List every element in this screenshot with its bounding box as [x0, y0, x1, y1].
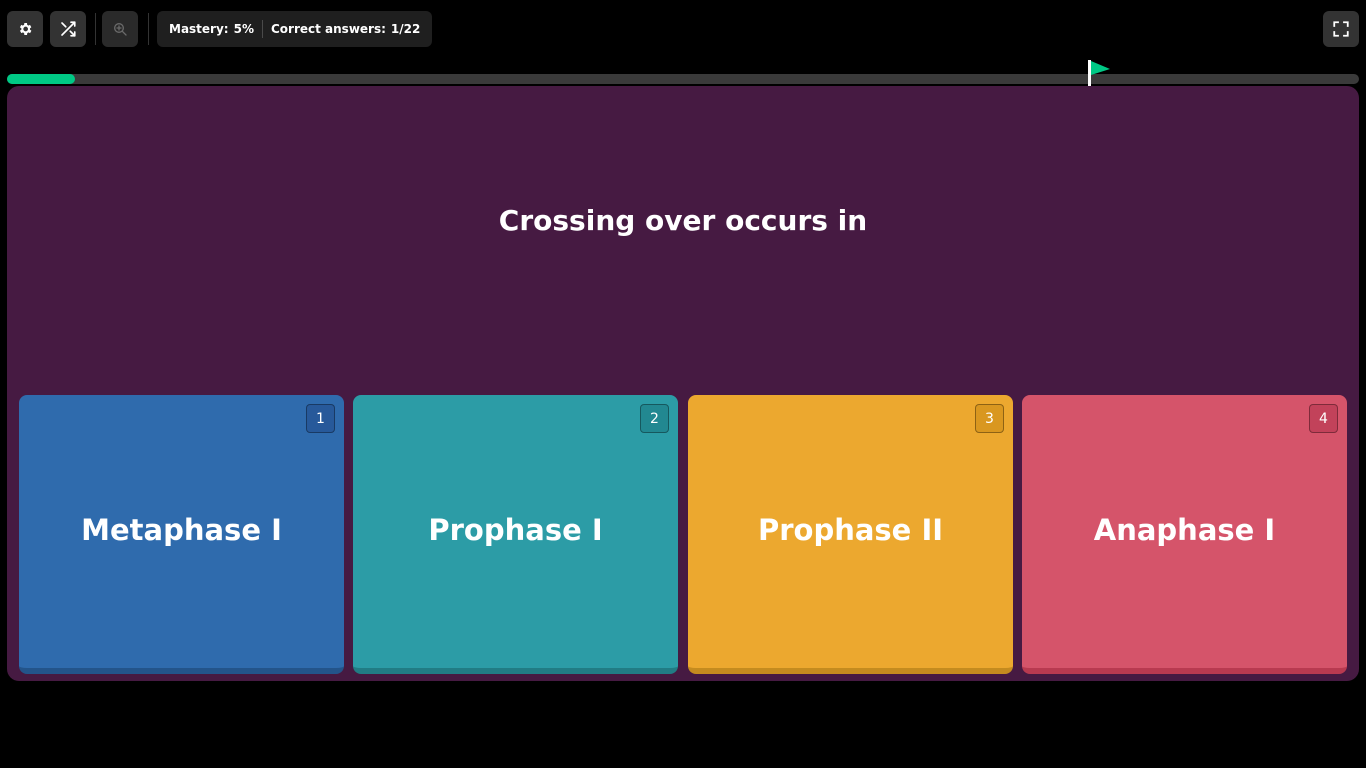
option-key-badge: 1	[306, 404, 335, 433]
progress-fill	[7, 74, 75, 84]
option-key-badge: 3	[975, 404, 1004, 433]
correct-answers-value: 1/22	[390, 22, 421, 36]
option-label: Metaphase I	[81, 513, 282, 547]
option-key-badge: 4	[1309, 404, 1338, 433]
option-label: Prophase I	[428, 513, 603, 547]
settings-button[interactable]	[7, 11, 43, 47]
question-text: Crossing over occurs in	[498, 204, 868, 237]
mastery-value: 5%	[233, 22, 254, 36]
mastery-label: Mastery:	[169, 22, 229, 36]
question-card: Crossing over occurs in 1 Metaphase I 2 …	[7, 86, 1359, 681]
stats-pill: Mastery: 5% Correct answers: 1/22	[157, 11, 433, 47]
answer-option-4[interactable]: 4 Anaphase I	[1022, 395, 1347, 674]
option-key-badge: 2	[640, 404, 669, 433]
fullscreen-icon	[1332, 20, 1350, 38]
gear-icon	[17, 21, 33, 37]
answer-option-2[interactable]: 2 Prophase I	[353, 395, 678, 674]
progress-bar	[7, 74, 1359, 84]
answer-option-3[interactable]: 3 Prophase II	[688, 395, 1013, 674]
correct-answers-label: Correct answers:	[270, 22, 386, 36]
zoom-button[interactable]	[102, 11, 138, 47]
top-toolbar: Mastery: 5% Correct answers: 1/22	[0, 0, 1366, 58]
flag-icon	[1088, 60, 1112, 86]
stats-separator	[261, 20, 263, 38]
zoom-in-icon	[112, 21, 128, 37]
toolbar-divider	[95, 13, 96, 45]
shuffle-button[interactable]	[50, 11, 86, 47]
option-label: Anaphase I	[1093, 513, 1276, 547]
option-label: Prophase II	[757, 513, 944, 547]
answer-option-1[interactable]: 1 Metaphase I	[19, 395, 344, 674]
fullscreen-button[interactable]	[1323, 11, 1359, 47]
toolbar-divider	[148, 13, 149, 45]
shuffle-icon	[59, 20, 77, 38]
